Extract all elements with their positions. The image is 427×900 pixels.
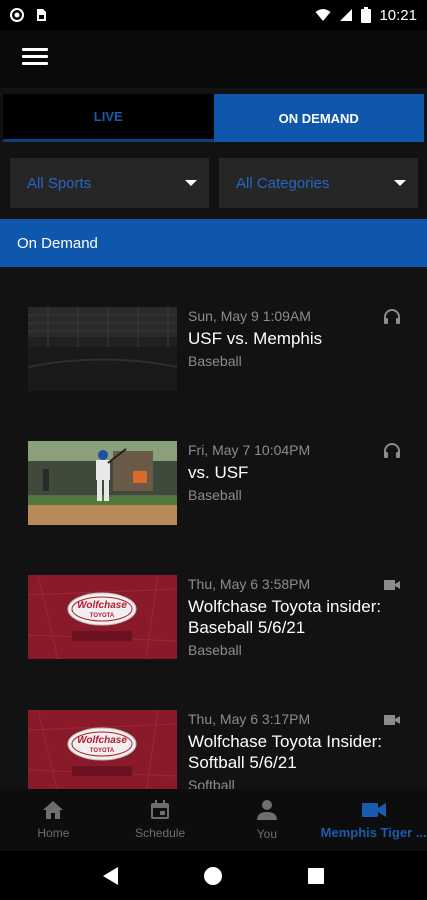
item-date: Thu, May 6 3:58PM [188, 576, 311, 592]
list-item[interactable]: Wolfchase TOYOTA Thu, May 6 3:17PM Wolfc… [0, 710, 427, 789]
thumb-logo-line2: TOYOTA [90, 613, 115, 619]
battery-icon [361, 7, 372, 23]
nav-memphis-tiger-label: Memphis Tiger ... [320, 824, 427, 840]
hamburger-menu-icon[interactable] [22, 48, 48, 70]
nav-schedule[interactable]: Schedule [107, 789, 214, 851]
nav-home[interactable]: Home [0, 789, 107, 851]
dropdown-caret-icon [394, 180, 406, 186]
recents-square-icon[interactable] [304, 864, 328, 888]
wifi-icon [315, 9, 331, 21]
thumb-logo-line2: TOYOTA [90, 748, 115, 754]
list-item[interactable]: Fri, May 7 10:04PM vs. USF Baseball [0, 441, 427, 551]
thumb-logo-line1: Wolfchase [77, 600, 127, 611]
categories-filter-value: All Categories [236, 174, 330, 192]
tab-on-demand[interactable]: ON DEMAND [213, 94, 424, 142]
bottom-navigation: Home Schedule You Memphis Tiger ... [0, 789, 427, 851]
item-date: Sun, May 9 1:09AM [188, 308, 311, 324]
wolfchase-toyota-thumbnail: Wolfchase TOYOTA [28, 575, 177, 659]
item-title: vs. USF [188, 463, 249, 482]
app-bar [0, 30, 427, 88]
tab-live[interactable]: LIVE [3, 94, 214, 142]
wolfchase-toyota-thumbnail: Wolfchase TOYOTA [28, 710, 177, 789]
video-camera-icon [384, 580, 400, 590]
item-title: Wolfchase Toyota insider: Baseball 5/6/2… [188, 597, 382, 637]
item-title: Wolfchase Toyota Insider: Softball 5/6/2… [188, 732, 383, 772]
item-title: USF vs. Memphis [188, 329, 323, 348]
section-title: On Demand [17, 234, 98, 252]
cell-signal-icon [340, 9, 353, 21]
nav-home-label: Home [37, 826, 70, 840]
item-date: Thu, May 6 3:17PM [188, 711, 311, 727]
list-item[interactable]: Wolfchase TOYOTA Thu, May 6 3:58PM Wolfc… [0, 575, 427, 695]
back-icon[interactable] [99, 864, 123, 888]
nav-you-label: You [256, 827, 277, 841]
item-date: Fri, May 7 10:04PM [188, 442, 311, 458]
status-bar: 10:21 [0, 0, 427, 30]
person-icon [256, 800, 277, 820]
categories-filter-dropdown[interactable]: All Categories [219, 158, 418, 208]
status-time: 10:21 [379, 6, 417, 24]
home-icon [43, 801, 64, 819]
calendar-icon [151, 800, 170, 819]
sports-filter-value: All Sports [27, 174, 92, 192]
dropdown-caret-icon [185, 180, 197, 186]
item-category: Baseball [188, 487, 242, 503]
on-demand-list: Sun, May 9 1:09AM USF vs. Memphis Baseba… [0, 267, 427, 789]
sports-filter-dropdown[interactable]: All Sports [10, 158, 209, 208]
record-icon [10, 8, 24, 22]
system-navigation-bar [0, 851, 427, 900]
item-category: Baseball [188, 353, 242, 369]
list-item[interactable]: Sun, May 9 1:09AM USF vs. Memphis Baseba… [0, 307, 427, 417]
nav-memphis-tiger[interactable]: Memphis Tiger ... [320, 789, 427, 851]
nav-you[interactable]: You [214, 789, 321, 851]
batter-thumbnail [28, 441, 177, 525]
stadium-thumbnail [28, 307, 177, 391]
sim-card-icon [37, 9, 46, 21]
nav-schedule-label: Schedule [135, 826, 186, 840]
thumb-logo-line1: Wolfchase [77, 735, 127, 746]
item-category: Softball [188, 777, 235, 789]
video-camera-icon [384, 715, 400, 725]
section-header: On Demand [0, 219, 427, 267]
filter-bar: All Sports All Categories [10, 158, 418, 208]
content-tabs: LIVE ON DEMAND [3, 94, 424, 142]
headphones-icon [384, 443, 400, 458]
video-camera-icon [361, 802, 386, 817]
home-circle-icon[interactable] [201, 864, 225, 888]
item-category: Baseball [188, 642, 242, 658]
headphones-icon [384, 309, 400, 324]
